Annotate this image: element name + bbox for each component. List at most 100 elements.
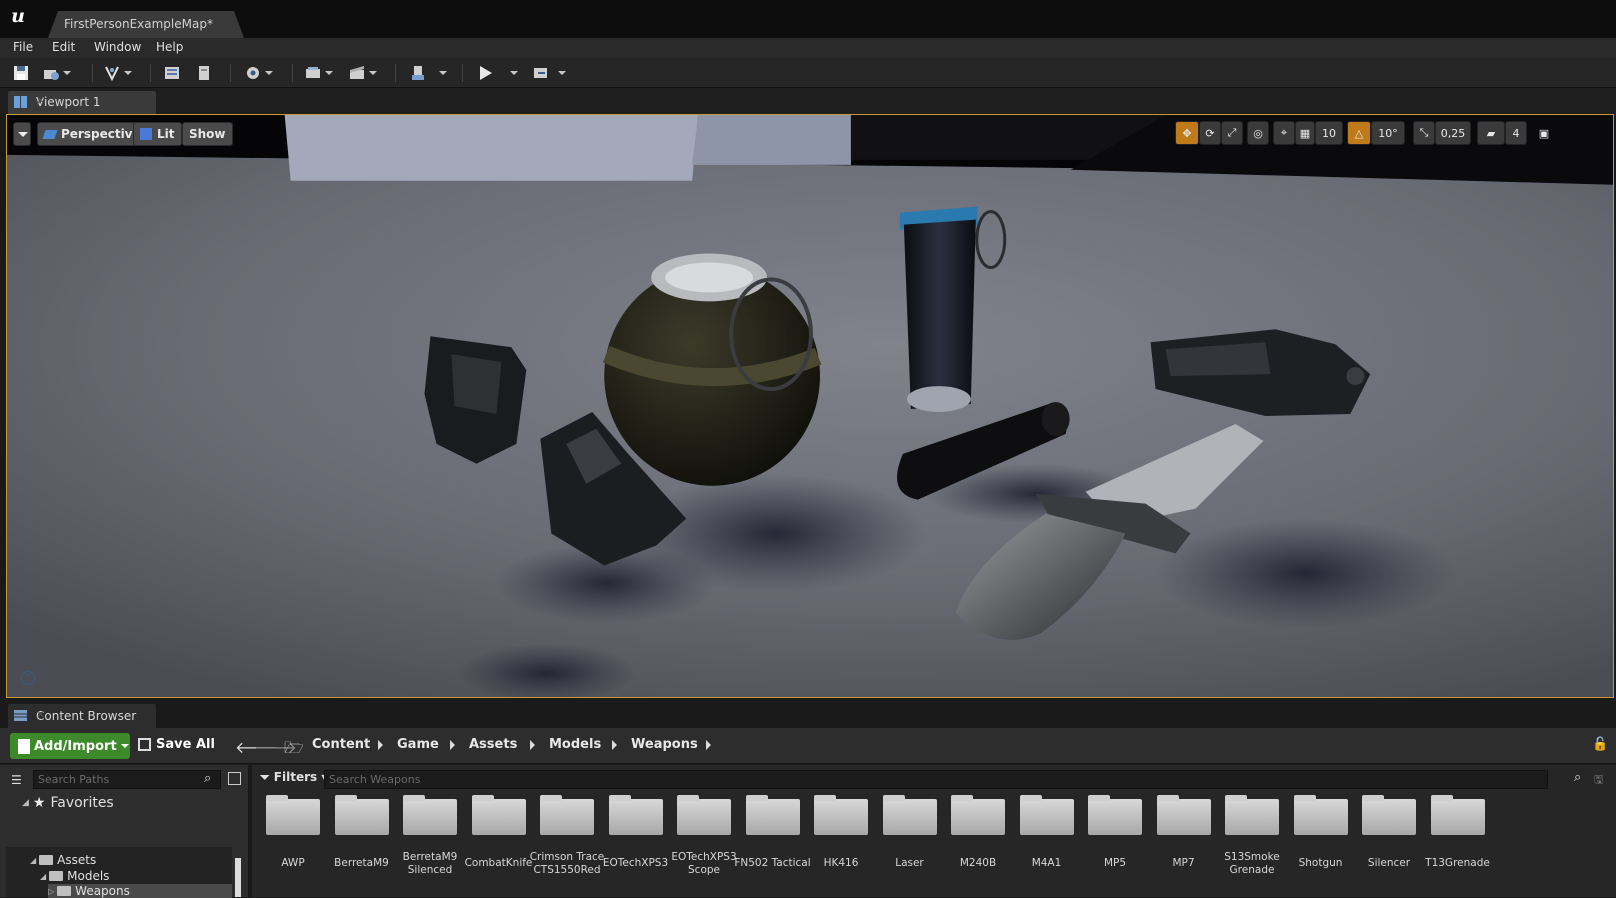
- settings-icon[interactable]: [244, 62, 273, 84]
- asset-folder-tile[interactable]: Silencer: [1356, 795, 1422, 895]
- breadcrumb-models[interactable]: Models: [549, 737, 601, 752]
- breadcrumb-separator[interactable]: [530, 740, 535, 750]
- show-button[interactable]: Show: [182, 122, 233, 146]
- scale-snap-icon[interactable]: ⤡: [1413, 121, 1435, 145]
- tree-item-models[interactable]: ◢ Models: [40, 869, 109, 883]
- rotation-snap-icon[interactable]: △: [1347, 121, 1371, 145]
- asset-folder-tile[interactable]: BerretaM9 Silenced: [397, 795, 463, 895]
- asset-folder-tile[interactable]: Shotgun: [1288, 795, 1354, 895]
- translate-mode-icon[interactable]: ✥: [1175, 121, 1199, 145]
- save-search-icon[interactable]: 🖫: [1594, 771, 1603, 790]
- tree-item-weapons[interactable]: ▷ Weapons: [48, 884, 232, 898]
- collapse-sources-icon[interactable]: ☰: [11, 773, 22, 787]
- menu-edit[interactable]: Edit: [52, 40, 75, 54]
- folder-icon: [334, 795, 389, 835]
- tree-item-assets[interactable]: ◢ Assets: [30, 853, 96, 867]
- breadcrumb-separator[interactable]: [706, 740, 711, 750]
- play-icon[interactable]: [476, 62, 494, 84]
- content-browser-icon: [14, 710, 27, 721]
- build-icon[interactable]: [410, 62, 428, 84]
- save-icon[interactable]: [12, 62, 30, 84]
- close-icon[interactable]: ✕: [36, 94, 148, 107]
- launch-icon[interactable]: [532, 62, 566, 84]
- camera-speed-value[interactable]: 4: [1505, 121, 1527, 145]
- breadcrumb-weapons[interactable]: Weapons: [631, 737, 698, 752]
- blueprints-icon[interactable]: [304, 62, 333, 84]
- surface-snap-icon[interactable]: ⌖: [1273, 121, 1295, 145]
- asset-folder-tile[interactable]: T13Grenade: [1425, 795, 1491, 895]
- breadcrumb-assets[interactable]: Assets: [469, 737, 517, 752]
- scale-mode-icon[interactable]: ⤢: [1221, 121, 1243, 145]
- viewport-tab[interactable]: Viewport 1 ✕: [8, 91, 156, 114]
- content-browser-icon[interactable]: [163, 62, 181, 84]
- search-assets-input[interactable]: Search Weapons: [324, 770, 1548, 789]
- level-viewport[interactable]: Perspective Lit Show ✥ ⟳ ⤢ ◎ ⌖ ▦ 10 △ 10…: [6, 114, 1614, 698]
- help-icon[interactable]: ?: [21, 671, 35, 685]
- menu-file[interactable]: File: [13, 40, 33, 54]
- content-browser-tab[interactable]: Content Browser ✕: [8, 704, 156, 728]
- asset-folder-tile[interactable]: EOTechXPS3 Scope: [671, 795, 737, 895]
- asset-folder-tile[interactable]: Crimson Trace CTS1550Red: [530, 795, 604, 895]
- menu-window[interactable]: Window: [94, 40, 141, 54]
- grid-snap-value[interactable]: 10: [1315, 121, 1343, 145]
- breadcrumb-game[interactable]: Game: [397, 737, 439, 752]
- breadcrumb-separator[interactable]: [378, 740, 383, 750]
- source-control-icon[interactable]: [42, 62, 71, 84]
- filters-button[interactable]: ⏷ Filters ▾: [260, 770, 327, 785]
- lit-button[interactable]: Lit: [133, 122, 182, 146]
- maximize-viewport-icon[interactable]: ▣: [1535, 121, 1553, 145]
- save-all-label: Save All: [156, 737, 215, 752]
- asset-folder-tile[interactable]: Laser: [877, 795, 943, 895]
- asset-folder-tile[interactable]: MP7: [1151, 795, 1217, 895]
- view-options-icon[interactable]: [228, 772, 241, 785]
- tree-item-label: Weapons: [75, 884, 130, 898]
- search-icon[interactable]: ⌕: [1574, 770, 1581, 785]
- rotation-snap-value[interactable]: 10°: [1371, 121, 1405, 145]
- folder-icon: [1430, 795, 1485, 835]
- marketplace-icon[interactable]: [195, 62, 213, 84]
- add-import-button[interactable]: Add/Import: [10, 733, 130, 759]
- breadcrumb-content[interactable]: Content: [312, 737, 370, 752]
- document-tab[interactable]: FirstPersonExampleMap*: [48, 11, 244, 38]
- show-label: Show: [189, 127, 226, 141]
- breadcrumb-separator[interactable]: [612, 740, 617, 750]
- asset-folder-tile[interactable]: CombatKnife: [465, 795, 532, 895]
- search-icon[interactable]: ⌕: [204, 771, 211, 786]
- asset-folder-tile[interactable]: HK416: [808, 795, 874, 895]
- grid-snap-icon[interactable]: ▦: [1295, 121, 1315, 145]
- folder-icon: [1019, 795, 1074, 835]
- modes-icon[interactable]: [103, 62, 132, 84]
- folder-icon: [1088, 795, 1142, 835]
- lock-icon[interactable]: 🔓: [1592, 737, 1608, 752]
- cinematics-icon[interactable]: [348, 62, 377, 84]
- asset-folder-tile[interactable]: EOTechXPS3: [603, 795, 669, 895]
- add-import-label: Add/Import: [34, 738, 117, 754]
- asset-folder-tile[interactable]: AWP: [260, 795, 326, 895]
- asset-folder-tile[interactable]: M4A1: [1014, 795, 1080, 895]
- scale-snap-value[interactable]: 0,25: [1435, 121, 1471, 145]
- camera-speed-icon[interactable]: ▰: [1477, 121, 1505, 145]
- close-icon[interactable]: ✕: [36, 708, 148, 721]
- search-paths-input[interactable]: Search Paths: [33, 770, 221, 789]
- save-all-button[interactable]: Save All: [138, 737, 215, 752]
- folder-icon: [57, 886, 72, 896]
- asset-folder-tile[interactable]: S13Smoke Grenade: [1219, 795, 1285, 895]
- breadcrumb-separator[interactable]: [450, 740, 455, 750]
- tree-scrollbar[interactable]: [235, 858, 241, 897]
- folder-icon: [39, 855, 54, 865]
- favorites-section[interactable]: ◢ ★ Favorites: [22, 795, 114, 811]
- folder-open-icon[interactable]: 🗁: [284, 737, 304, 764]
- world-space-icon[interactable]: ◎: [1247, 121, 1269, 145]
- asset-view: ⏷ Filters ▾ Search Weapons ⌕ 🖫 AWPBerret…: [252, 765, 1616, 897]
- asset-folder-tile[interactable]: MP5: [1082, 795, 1148, 895]
- asset-folder-tile[interactable]: M240B: [945, 795, 1011, 895]
- asset-folder-tile[interactable]: BerretaM9: [329, 795, 395, 895]
- collapse-arrow-icon: ◢: [22, 798, 29, 808]
- perspective-button[interactable]: Perspective: [37, 122, 148, 146]
- menu-help[interactable]: Help: [156, 40, 183, 54]
- viewport-options-button[interactable]: [13, 122, 31, 146]
- asset-folder-tile[interactable]: FN502 Tactical: [734, 795, 811, 895]
- rotate-mode-icon[interactable]: ⟳: [1199, 121, 1221, 145]
- build-options-caret[interactable]: [436, 62, 447, 84]
- play-options-caret[interactable]: [507, 62, 518, 84]
